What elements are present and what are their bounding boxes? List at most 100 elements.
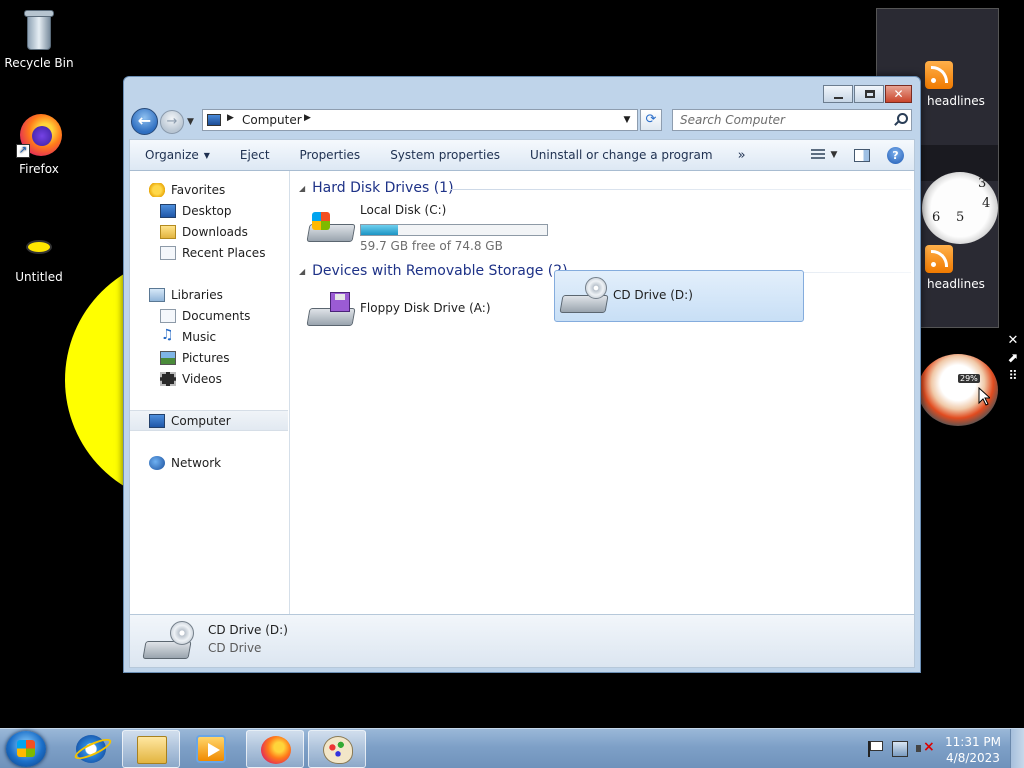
drive-free-space: 59.7 GB free of 74.8 GB xyxy=(360,239,503,253)
floppy-drive-icon xyxy=(306,292,356,330)
system-properties-button[interactable]: System properties xyxy=(375,140,515,170)
drive-cd-d[interactable]: CD Drive (D:) xyxy=(554,270,804,322)
nav-network[interactable]: Network xyxy=(130,452,288,473)
more-commands-button[interactable]: » xyxy=(728,140,756,170)
views-icon xyxy=(810,149,825,161)
maximize-icon xyxy=(865,90,875,98)
breadcrumb-computer[interactable]: Computer xyxy=(242,113,302,127)
drive-local-disk-c[interactable]: Local Disk (C:) 59.7 GB free of 74.8 GB xyxy=(301,199,551,253)
address-dropdown-icon[interactable]: ▼ xyxy=(619,110,635,130)
volume-muted-icon[interactable] xyxy=(916,739,935,757)
navigation-bar: ← → ▼ ▶ Computer ▶ ▼ ⟳ xyxy=(131,107,914,135)
file-list: ◢ Hard Disk Drives (1) Local Disk (C:) 59… xyxy=(291,171,914,614)
address-bar[interactable]: ▶ Computer ▶ ▼ xyxy=(202,109,638,131)
desktop-icon-untitled[interactable]: Untitled xyxy=(0,228,78,284)
nav-computer[interactable]: Computer xyxy=(130,410,288,431)
eject-button[interactable]: Eject xyxy=(225,140,285,170)
nav-recent-places[interactable]: Recent Places xyxy=(130,242,288,263)
pictures-icon xyxy=(160,350,176,365)
documents-icon xyxy=(160,308,176,323)
taskbar: 11:31 PM 4/8/2023 xyxy=(0,728,1024,768)
clock-time: 11:31 PM xyxy=(945,735,1001,749)
close-icon[interactable]: ✕ xyxy=(1004,332,1022,350)
nav-videos[interactable]: Videos xyxy=(130,368,288,389)
music-icon xyxy=(160,327,176,344)
collapse-triangle-icon[interactable]: ◢ xyxy=(299,184,305,193)
chevron-down-icon: ▼ xyxy=(830,150,838,160)
search-box xyxy=(672,109,912,131)
taskbar-paint[interactable] xyxy=(308,730,366,768)
mouse-cursor-icon xyxy=(978,387,990,406)
preview-pane-button[interactable] xyxy=(843,143,881,167)
folder-icon xyxy=(137,736,167,764)
recent-pages-dropdown[interactable]: ▼ xyxy=(187,117,194,127)
collapse-triangle-icon[interactable]: ◢ xyxy=(299,267,305,276)
drive-floppy-a[interactable]: Floppy Disk Drive (A:) xyxy=(301,283,551,335)
desktop-icon-recycle-bin[interactable]: Recycle Bin xyxy=(0,8,78,70)
desktop-icon-firefox[interactable]: ↗ Firefox xyxy=(0,112,78,176)
organize-button[interactable]: Organize ▼ xyxy=(130,140,225,170)
refresh-button[interactable]: ⟳ xyxy=(640,109,662,131)
nav-music[interactable]: Music xyxy=(130,326,288,347)
downloads-icon xyxy=(160,224,176,239)
hard-disk-icon xyxy=(306,208,356,246)
breadcrumb-arrow-icon[interactable]: ▶ xyxy=(304,113,311,123)
nav-downloads[interactable]: Downloads xyxy=(130,221,288,242)
meter-percent-badge: 29% xyxy=(958,374,980,383)
action-center-flag-icon[interactable] xyxy=(868,741,884,757)
forward-button[interactable]: → xyxy=(160,110,184,134)
rss-feed-icon xyxy=(925,61,953,89)
command-bar: Organize ▼ Eject Properties System proper… xyxy=(129,139,915,171)
breadcrumb-arrow-icon[interactable]: ▶ xyxy=(227,113,234,123)
window-controls: ✕ xyxy=(822,85,912,103)
search-input[interactable] xyxy=(673,110,883,130)
network-status-icon[interactable] xyxy=(892,741,908,757)
taskbar-media-player[interactable] xyxy=(182,730,240,768)
refresh-icon: ⟳ xyxy=(645,112,657,127)
back-button[interactable]: ← xyxy=(131,108,158,135)
system-tray xyxy=(862,729,940,768)
change-view-button[interactable]: ▼ xyxy=(805,143,843,167)
maximize-button[interactable] xyxy=(854,85,884,103)
clock-date: 4/8/2023 xyxy=(946,751,1000,765)
gadget-controls: ✕ ⬈ ⠿ xyxy=(1004,332,1022,392)
computer-icon xyxy=(149,413,165,428)
clock-gadget[interactable]: 3 4 5 6 xyxy=(922,172,998,244)
properties-button[interactable]: Properties xyxy=(285,140,376,170)
nav-libraries[interactable]: Libraries xyxy=(130,284,288,305)
desktop-icon-label: Firefox xyxy=(19,162,59,176)
cd-drive-icon xyxy=(142,621,194,663)
disk-usage-bar xyxy=(360,224,548,236)
drag-handle-icon[interactable]: ⠿ xyxy=(1004,368,1022,386)
taskbar-windows-explorer[interactable] xyxy=(122,730,180,768)
taskbar-internet-explorer[interactable] xyxy=(62,730,120,768)
window-body: Favorites Desktop Downloads Recent Place… xyxy=(129,171,915,614)
rss-feed-icon xyxy=(925,245,953,273)
navigation-pane: Favorites Desktop Downloads Recent Place… xyxy=(130,171,290,614)
nav-documents[interactable]: Documents xyxy=(130,305,288,326)
close-button[interactable]: ✕ xyxy=(885,85,912,103)
nav-favorites[interactable]: Favorites xyxy=(130,179,288,200)
desktop-icon xyxy=(160,203,176,218)
start-button[interactable] xyxy=(6,731,46,767)
minimize-button[interactable] xyxy=(823,85,853,103)
search-icon[interactable] xyxy=(893,112,908,126)
arrow-right-icon: → xyxy=(166,114,178,129)
nav-pictures[interactable]: Pictures xyxy=(130,347,288,368)
details-item-name: CD Drive (D:) xyxy=(208,623,288,637)
group-header-removable-storage[interactable]: ◢ Devices with Removable Storage (2) xyxy=(299,263,568,279)
help-icon[interactable]: ? xyxy=(887,146,904,164)
taskbar-clock[interactable]: 11:31 PM 4/8/2023 xyxy=(940,734,1006,766)
show-desktop-button[interactable] xyxy=(1010,729,1024,768)
taskbar-firefox[interactable] xyxy=(246,730,304,768)
firefox-icon: ↗ xyxy=(16,112,62,158)
arrow-left-icon: ← xyxy=(137,111,152,130)
group-header-hard-disk-drives[interactable]: ◢ Hard Disk Drives (1) xyxy=(299,180,454,196)
nav-desktop[interactable]: Desktop xyxy=(130,200,288,221)
uninstall-program-button[interactable]: Uninstall or change a program xyxy=(515,140,728,170)
recent-places-icon xyxy=(160,245,176,260)
resize-icon[interactable]: ⬈ xyxy=(1004,350,1022,368)
media-player-icon xyxy=(196,735,226,763)
desktop-icon-label: Recycle Bin xyxy=(4,56,74,70)
computer-icon xyxy=(207,114,221,126)
